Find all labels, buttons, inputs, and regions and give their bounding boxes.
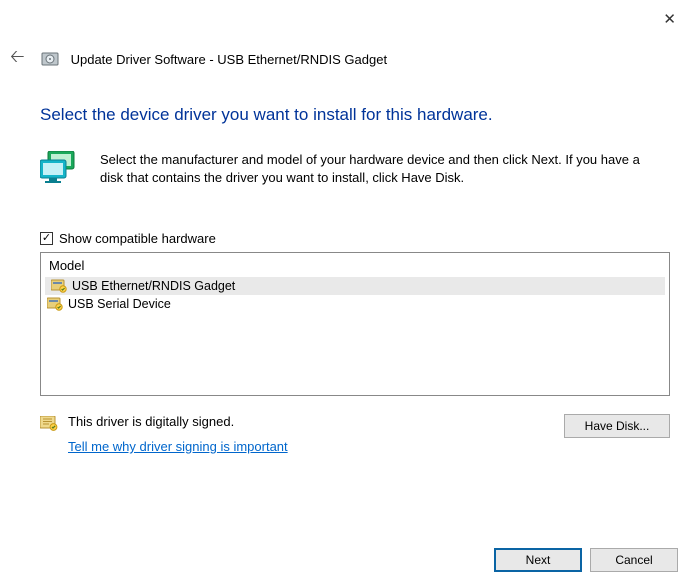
checkbox-label: Show compatible hardware bbox=[59, 231, 216, 246]
model-listbox[interactable]: Model USB Ethernet/RNDIS Gadget USB Seri… bbox=[40, 252, 670, 396]
page-heading: Select the device driver you want to ins… bbox=[40, 105, 670, 125]
window-title: Update Driver Software - USB Ethernet/RN… bbox=[71, 52, 387, 67]
list-item[interactable]: USB Ethernet/RNDIS Gadget bbox=[45, 277, 665, 295]
back-arrow-icon[interactable]: 🡠 bbox=[6, 42, 29, 76]
next-button[interactable]: Next bbox=[494, 548, 582, 572]
have-disk-button[interactable]: Have Disk... bbox=[564, 414, 670, 438]
hardware-monitors-icon bbox=[40, 151, 84, 187]
wizard-footer: Next Cancel bbox=[494, 548, 678, 572]
signing-status: This driver is digitally signed. bbox=[68, 414, 288, 429]
instruction-text: Select the manufacturer and model of you… bbox=[100, 151, 660, 187]
signed-driver-icon bbox=[47, 297, 63, 311]
driver-disc-icon bbox=[41, 50, 59, 68]
signed-driver-icon bbox=[51, 279, 67, 293]
cancel-button[interactable]: Cancel bbox=[590, 548, 678, 572]
close-button[interactable]: ✕ bbox=[655, 6, 684, 32]
compat-hardware-checkbox[interactable]: ✓ Show compatible hardware bbox=[40, 231, 670, 246]
signing-info-link[interactable]: Tell me why driver signing is important bbox=[68, 439, 288, 454]
wizard-header: 🡠 Update Driver Software - USB Ethernet/… bbox=[6, 42, 674, 76]
checkbox-icon: ✓ bbox=[40, 232, 53, 245]
list-item[interactable]: USB Serial Device bbox=[41, 295, 669, 313]
list-header-model: Model bbox=[41, 255, 669, 277]
list-item-label: USB Serial Device bbox=[68, 297, 171, 311]
certificate-icon bbox=[40, 416, 58, 432]
list-item-label: USB Ethernet/RNDIS Gadget bbox=[72, 279, 235, 293]
